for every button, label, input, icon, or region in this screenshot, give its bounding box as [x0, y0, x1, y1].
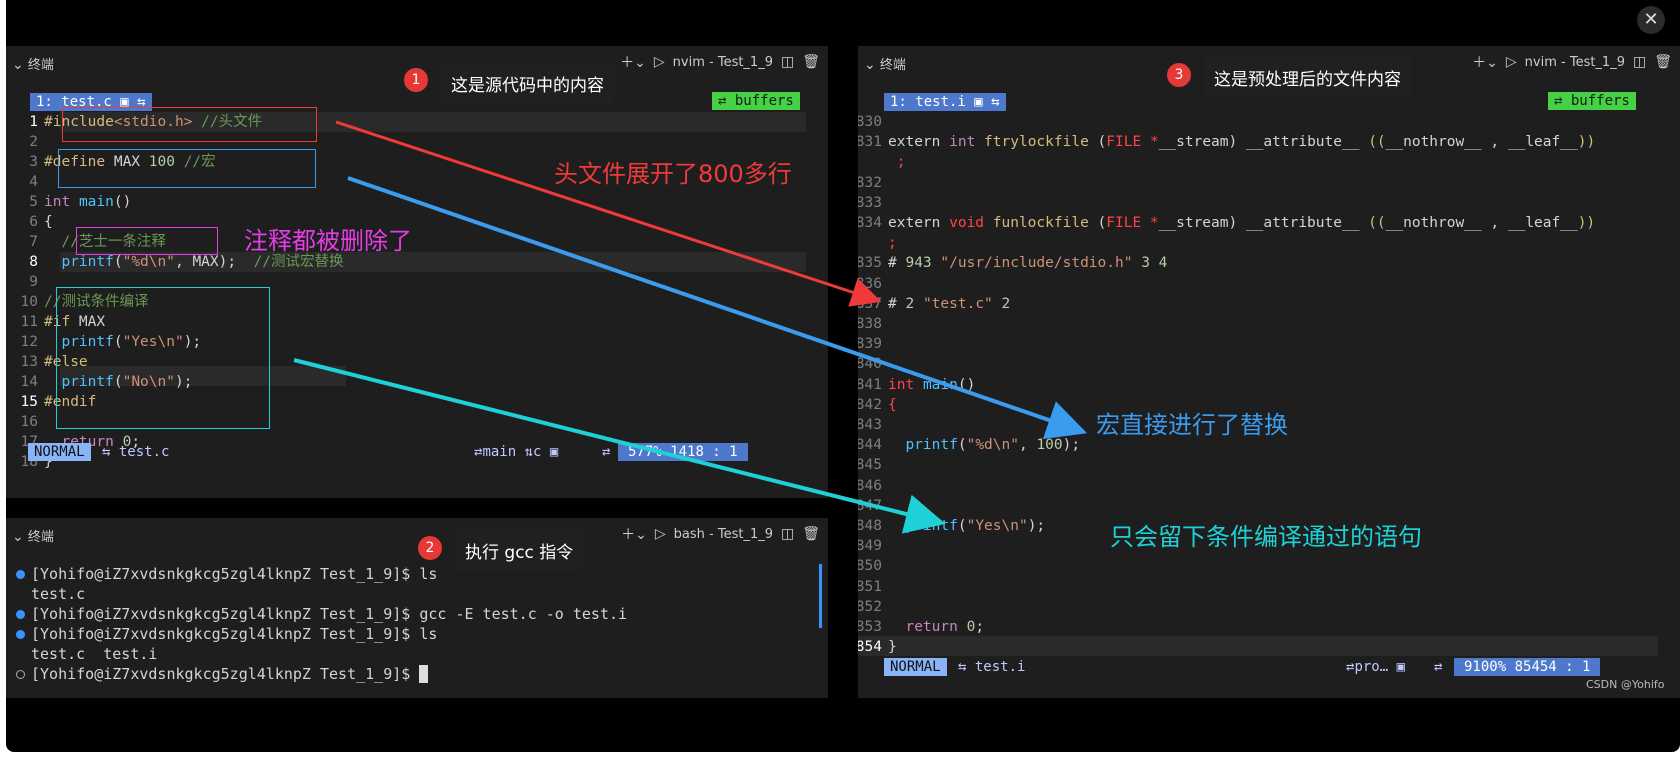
callout-badge-3: 3	[1167, 63, 1191, 87]
callout-badge-1: 1	[404, 68, 428, 92]
annotation-cond-compile: 只会留下条件编译通过的语句	[1110, 523, 1422, 551]
annotation-comments-removed: 注释都被删除了	[244, 227, 412, 255]
arrow-macro	[347, 176, 1088, 440]
arrow-header	[335, 120, 882, 307]
annotation-arrows	[293, 120, 1088, 534]
callout-1: 这是源代码中的内容	[441, 63, 614, 104]
image-viewer: ✕ 〈 〉 ⌄ 终端 ＋⌄ ▷ nvim - Test_1_9 ◫ 🗑 1: t…	[0, 0, 1680, 759]
annotation-macro-replaced: 宏直接进行了替换	[1096, 411, 1288, 439]
annotation-header-expand: 头文件展开了800多行	[554, 160, 792, 188]
callout-2: 执行 gcc 指令	[455, 530, 584, 571]
callout-badge-2: 2	[418, 536, 442, 560]
arrow-cond	[293, 358, 946, 534]
callout-3: 这是预处理后的文件内容	[1204, 57, 1411, 98]
